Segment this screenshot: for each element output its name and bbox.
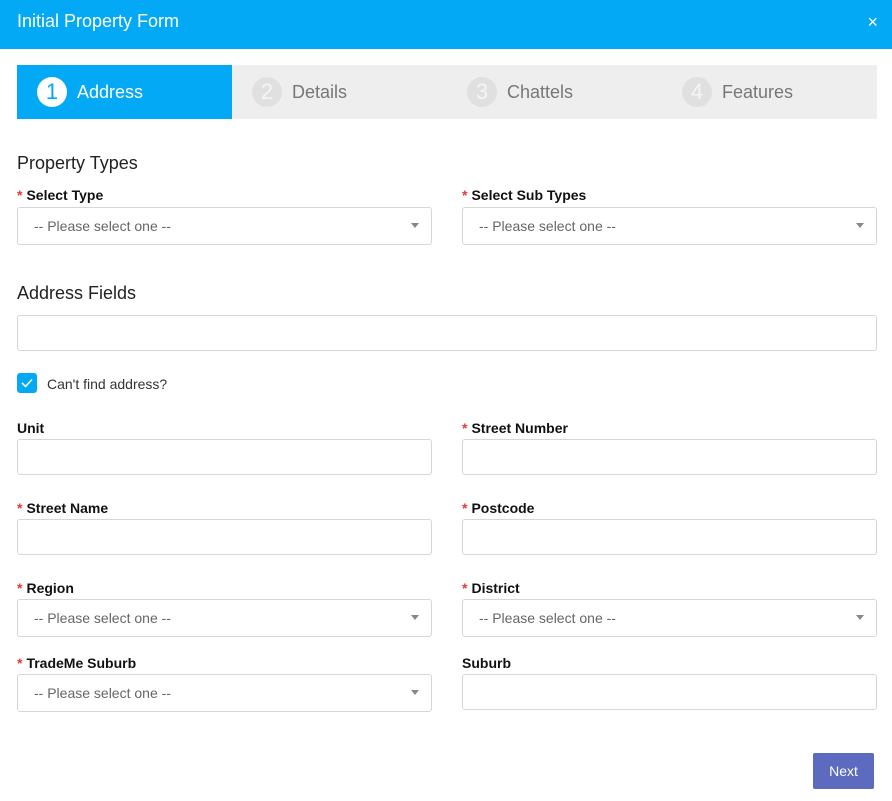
step-chattels[interactable]: 3 Chattels xyxy=(447,65,662,119)
step-number: 4 xyxy=(682,77,712,107)
caret-down-icon xyxy=(411,615,419,620)
cant-find-address-checkbox[interactable] xyxy=(17,373,37,393)
required-marker: * xyxy=(17,655,23,671)
unit-label-text: Unit xyxy=(17,420,45,436)
required-marker: * xyxy=(462,420,468,436)
district-dropdown[interactable]: -- Please select one -- xyxy=(462,599,877,637)
street-number-label-text: Street Number xyxy=(471,420,568,436)
select-sub-types-label-text: Select Sub Types xyxy=(471,187,587,203)
trademe-suburb-label: * TradeMe Suburb xyxy=(17,655,136,671)
select-type-dropdown[interactable]: -- Please select one -- xyxy=(17,207,432,245)
checkmark-icon xyxy=(21,378,33,388)
property-types-heading: Property Types xyxy=(17,153,138,173)
suburb-label-text: Suburb xyxy=(462,655,511,671)
step-label: Address xyxy=(77,81,144,102)
required-marker: * xyxy=(17,580,23,596)
required-marker: * xyxy=(462,187,468,203)
trademe-suburb-value: -- Please select one -- xyxy=(34,685,171,701)
region-dropdown[interactable]: -- Please select one -- xyxy=(17,599,432,637)
street-number-label: * Street Number xyxy=(462,420,568,436)
required-marker: * xyxy=(17,500,23,516)
select-type-value: -- Please select one -- xyxy=(34,218,171,234)
caret-down-icon xyxy=(411,223,419,228)
dialog-header: Initial Property Form × xyxy=(0,0,892,49)
dialog-title: Initial Property Form xyxy=(17,11,180,31)
district-label: * District xyxy=(462,580,520,596)
unit-input[interactable] xyxy=(17,439,432,475)
step-label: Chattels xyxy=(507,81,574,102)
close-icon[interactable]: × xyxy=(867,13,878,31)
select-sub-types-label: * Select Sub Types xyxy=(462,187,586,203)
cant-find-address-label: Can't find address? xyxy=(47,376,168,392)
suburb-label: Suburb xyxy=(462,655,511,671)
select-type-label: * Select Type xyxy=(17,187,103,203)
select-sub-types-dropdown[interactable]: -- Please select one -- xyxy=(462,207,877,245)
trademe-suburb-dropdown[interactable]: -- Please select one -- xyxy=(17,674,432,712)
street-name-label-text: Street Name xyxy=(26,500,109,516)
step-label: Details xyxy=(292,81,348,102)
postcode-label-text: Postcode xyxy=(471,500,535,516)
region-label-text: Region xyxy=(26,580,74,596)
form-stepper: 1 Address 2 Details 3 Chattels 4 Feature… xyxy=(17,65,877,119)
district-value: -- Please select one -- xyxy=(479,610,616,626)
unit-label: Unit xyxy=(17,420,44,436)
step-number: 1 xyxy=(37,77,67,107)
address-fields-heading: Address Fields xyxy=(17,283,137,303)
caret-down-icon xyxy=(411,690,419,695)
required-marker: * xyxy=(462,580,468,596)
step-address[interactable]: 1 Address xyxy=(17,65,232,119)
caret-down-icon xyxy=(856,223,864,228)
region-value: -- Please select one -- xyxy=(34,610,171,626)
select-sub-types-value: -- Please select one -- xyxy=(479,218,616,234)
postcode-input[interactable] xyxy=(462,519,877,555)
suburb-input[interactable] xyxy=(462,674,877,710)
step-details[interactable]: 2 Details xyxy=(232,65,447,119)
region-label: * Region xyxy=(17,580,74,596)
street-name-label: * Street Name xyxy=(17,500,108,516)
required-marker: * xyxy=(462,500,468,516)
street-number-input[interactable] xyxy=(462,439,877,475)
step-number: 3 xyxy=(467,77,497,107)
postcode-label: * Postcode xyxy=(462,500,534,516)
step-features[interactable]: 4 Features xyxy=(662,65,877,119)
caret-down-icon xyxy=(856,615,864,620)
step-number: 2 xyxy=(252,77,282,107)
street-name-input[interactable] xyxy=(17,519,432,555)
step-label: Features xyxy=(722,81,794,102)
next-button[interactable]: Next xyxy=(813,753,874,789)
district-label-text: District xyxy=(471,580,520,596)
address-search-input[interactable] xyxy=(17,315,877,351)
required-marker: * xyxy=(17,187,23,203)
select-type-label-text: Select Type xyxy=(26,187,104,203)
trademe-suburb-label-text: TradeMe Suburb xyxy=(26,655,137,671)
